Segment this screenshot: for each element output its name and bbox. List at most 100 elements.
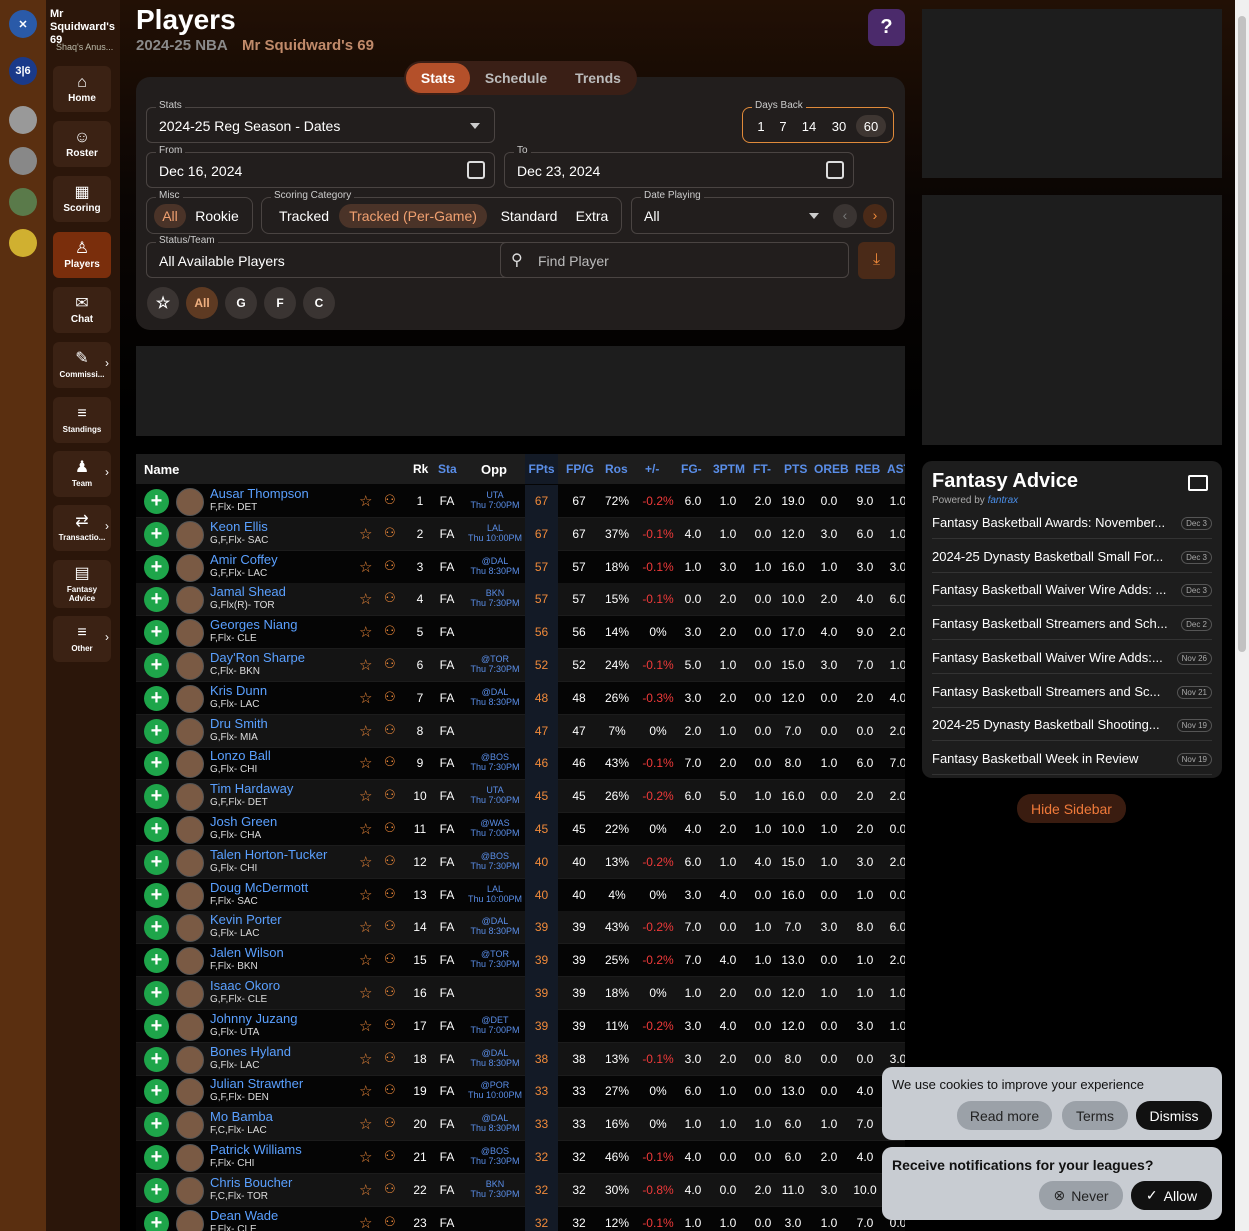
star-icon[interactable]: ☆ xyxy=(359,787,372,805)
nav-chat[interactable]: ✉ Chat xyxy=(53,287,111,333)
player-name[interactable]: Patrick Williams xyxy=(210,1142,302,1157)
compare-icon[interactable]: ⚇ xyxy=(384,558,396,574)
add-player-button[interactable]: + xyxy=(144,1177,169,1203)
advice-article[interactable]: Fantasy Basketball Streamers and Sch... D… xyxy=(932,606,1212,641)
col-plus-minus[interactable]: +/- xyxy=(645,462,659,476)
star-icon[interactable]: ☆ xyxy=(359,492,372,510)
add-player-button[interactable]: + xyxy=(144,1046,169,1072)
col-ft[interactable]: FT- xyxy=(753,462,771,476)
add-player-button[interactable]: + xyxy=(144,521,169,547)
download-button[interactable]: ⤓ xyxy=(858,242,895,279)
nav-transactions[interactable]: ⇄ Transactio... › xyxy=(53,505,111,551)
compare-icon[interactable]: ⚇ xyxy=(384,886,396,902)
add-player-button[interactable]: + xyxy=(144,1210,169,1231)
nav-scoring[interactable]: ▦ Scoring xyxy=(53,176,111,222)
player-name[interactable]: Ausar Thompson xyxy=(210,486,309,501)
player-name[interactable]: Lonzo Ball xyxy=(210,748,271,763)
scoring-tracked[interactable]: Tracked xyxy=(268,204,340,228)
tab-schedule[interactable]: Schedule xyxy=(474,63,558,93)
col-pts[interactable]: PTS xyxy=(784,462,807,476)
add-player-button[interactable]: + xyxy=(144,1112,169,1138)
compare-icon[interactable]: ⚇ xyxy=(384,1214,396,1230)
player-name[interactable]: Dean Wade xyxy=(210,1208,278,1223)
player-name[interactable]: Dru Smith xyxy=(210,716,268,731)
star-icon[interactable]: ☆ xyxy=(359,820,372,838)
advice-article[interactable]: Fantasy Basketball Awards: November... De… xyxy=(932,505,1212,539)
scoring-standard[interactable]: Standard xyxy=(491,204,567,228)
compare-icon[interactable]: ⚇ xyxy=(384,820,396,836)
star-icon[interactable]: ☆ xyxy=(359,754,372,772)
compare-icon[interactable]: ⚇ xyxy=(384,1050,396,1066)
app-logo-icon[interactable]: ✕ xyxy=(9,10,37,38)
compare-icon[interactable]: ⚇ xyxy=(384,722,396,738)
player-name[interactable]: Jalen Wilson xyxy=(210,945,284,960)
misc-rookie[interactable]: Rookie xyxy=(191,204,243,228)
league-icon-2[interactable] xyxy=(9,106,37,134)
compare-icon[interactable]: ⚇ xyxy=(384,492,396,508)
compare-icon[interactable]: ⚇ xyxy=(384,787,396,803)
compare-icon[interactable]: ⚇ xyxy=(384,853,396,869)
star-icon[interactable]: ☆ xyxy=(359,984,372,1002)
col-name[interactable]: Name xyxy=(144,462,179,477)
read-more-button[interactable]: Read more xyxy=(957,1101,1052,1130)
compare-icon[interactable]: ⚇ xyxy=(384,1115,396,1131)
league-icon-5[interactable] xyxy=(9,229,37,257)
player-name[interactable]: Bones Hyland xyxy=(210,1044,291,1059)
next-date-button[interactable]: › xyxy=(863,204,887,228)
calendar-icon[interactable] xyxy=(467,161,485,179)
days-back-14[interactable]: 14 xyxy=(796,115,822,137)
nav-standings[interactable]: ≡ Standings xyxy=(53,397,111,443)
star-icon[interactable]: ☆ xyxy=(359,918,372,936)
player-name[interactable]: Mo Bamba xyxy=(210,1109,273,1124)
never-button[interactable]: ⊗ Never xyxy=(1039,1181,1123,1210)
compare-icon[interactable]: ⚇ xyxy=(384,656,396,672)
add-player-button[interactable]: + xyxy=(144,948,169,974)
add-player-button[interactable]: + xyxy=(144,751,169,777)
col-ast[interactable]: AST xyxy=(887,462,905,476)
league-icon-1[interactable]: 3|6 xyxy=(9,57,37,85)
add-player-button[interactable]: + xyxy=(144,653,169,678)
player-name[interactable]: Day'Ron Sharpe xyxy=(210,650,305,665)
position-c[interactable]: C xyxy=(303,287,335,319)
star-icon[interactable]: ☆ xyxy=(359,525,372,543)
find-player-input[interactable]: ⚲ Find Player xyxy=(500,242,849,278)
player-name[interactable]: Talen Horton-Tucker xyxy=(210,847,327,862)
player-name[interactable]: Tim Hardaway xyxy=(210,781,293,796)
misc-all[interactable]: All xyxy=(154,204,186,228)
terms-button[interactable]: Terms xyxy=(1062,1101,1128,1130)
nav-team[interactable]: ♟ Team › xyxy=(53,451,111,497)
compare-icon[interactable]: ⚇ xyxy=(384,1148,396,1164)
stats-select[interactable]: Stats 2024-25 Reg Season - Dates xyxy=(146,100,495,143)
player-name[interactable]: Georges Niang xyxy=(210,617,297,632)
advice-article[interactable]: Fantasy Basketball Week in Review Nov 19 xyxy=(932,741,1212,775)
help-button[interactable]: ? xyxy=(868,9,905,46)
expand-icon[interactable] xyxy=(1188,475,1208,491)
advice-article[interactable]: Fantasy Basketball Waiver Wire Adds:... N… xyxy=(932,640,1212,674)
scrollbar-thumb[interactable] xyxy=(1238,16,1246,652)
nav-roster[interactable]: ☺ Roster xyxy=(53,121,111,167)
favorites-filter-button[interactable]: ☆ xyxy=(147,287,179,319)
player-name[interactable]: Amir Coffey xyxy=(210,552,278,567)
add-player-button[interactable]: + xyxy=(144,915,169,941)
player-name[interactable]: Johnny Juzang xyxy=(210,1011,297,1026)
compare-icon[interactable]: ⚇ xyxy=(384,590,396,606)
star-icon[interactable]: ☆ xyxy=(359,886,372,904)
add-player-button[interactable]: + xyxy=(144,685,169,711)
star-icon[interactable]: ☆ xyxy=(359,722,372,740)
add-player-button[interactable]: + xyxy=(144,817,169,842)
col-opp[interactable]: Opp xyxy=(481,462,507,477)
prev-date-button[interactable]: ‹ xyxy=(833,204,857,228)
add-player-button[interactable]: + xyxy=(144,620,169,646)
col-fg[interactable]: FG- xyxy=(681,462,702,476)
player-name[interactable]: Josh Green xyxy=(210,814,277,829)
position-g[interactable]: G xyxy=(225,287,257,319)
star-icon[interactable]: ☆ xyxy=(359,951,372,969)
nav-fantasy-advice[interactable]: ▤ Fantasy Advice xyxy=(53,560,111,608)
col-ros[interactable]: Ros xyxy=(605,462,628,476)
nav-home[interactable]: ⌂ Home xyxy=(53,66,111,112)
add-player-button[interactable]: + xyxy=(144,1013,169,1039)
player-name[interactable]: Julian Strawther xyxy=(210,1076,303,1091)
compare-icon[interactable]: ⚇ xyxy=(384,1017,396,1033)
compare-icon[interactable]: ⚇ xyxy=(384,918,396,934)
tab-stats[interactable]: Stats xyxy=(406,63,470,93)
